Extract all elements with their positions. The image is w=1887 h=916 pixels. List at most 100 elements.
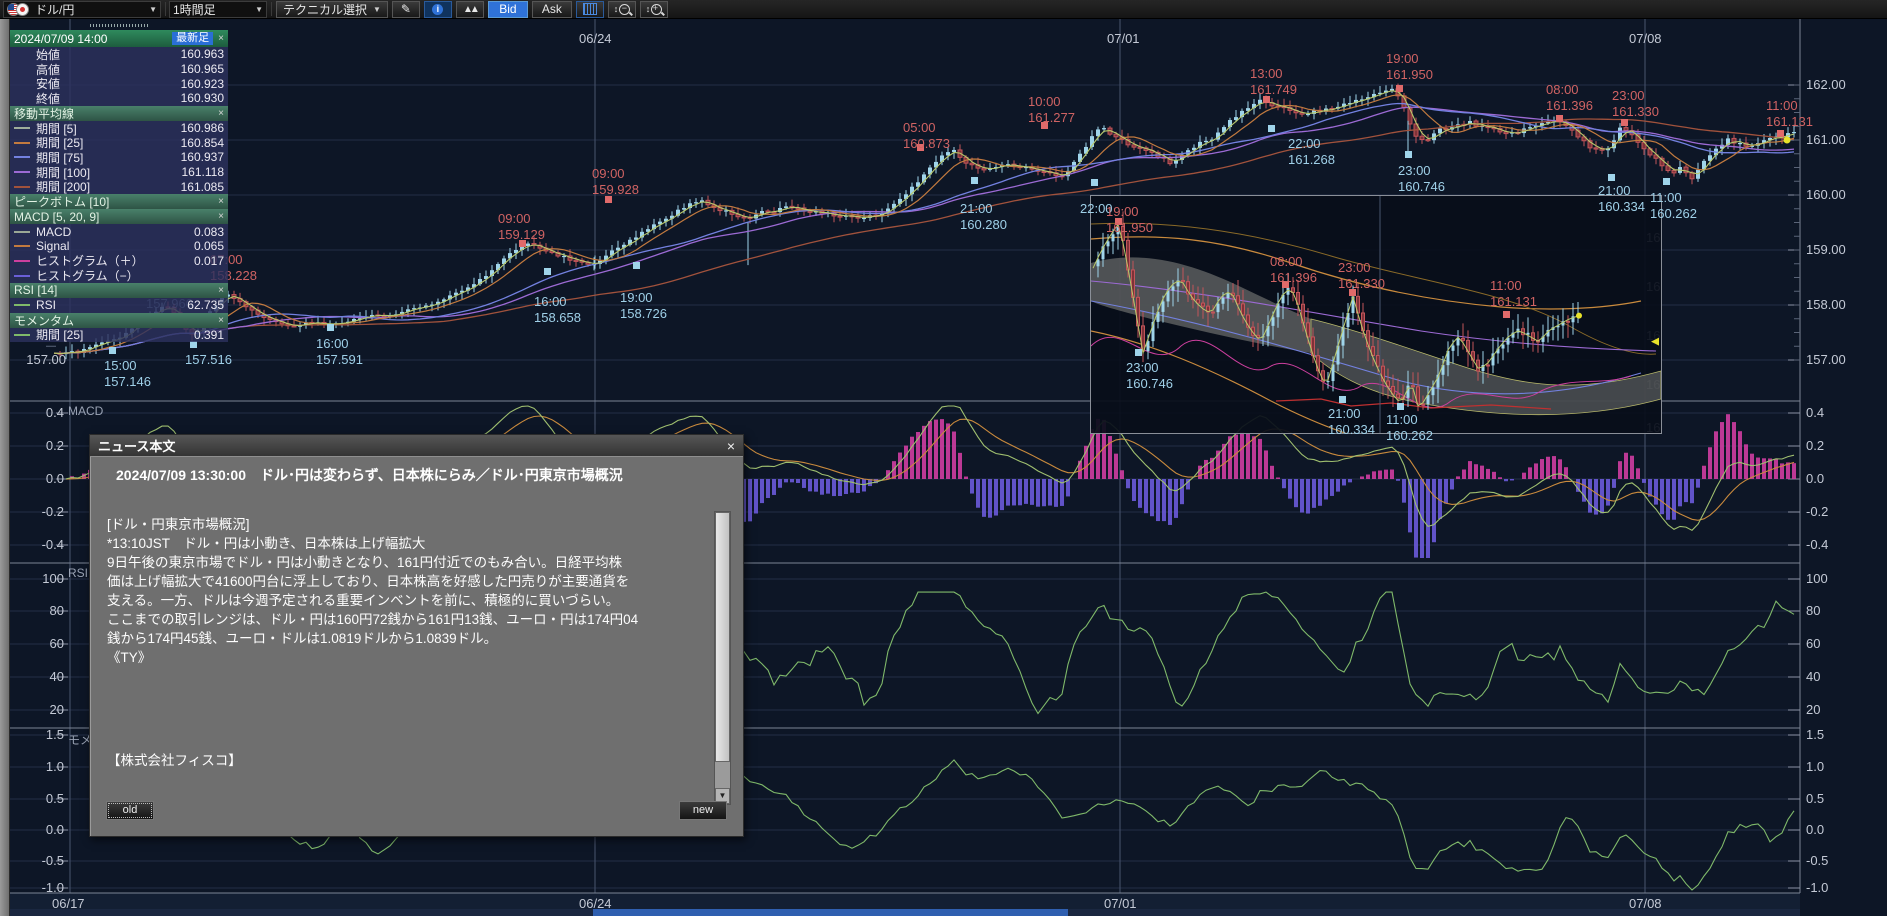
close-icon[interactable]: ×: [218, 315, 224, 326]
close-icon[interactable]: ×: [218, 285, 224, 296]
news-body-line: 価は上げ幅拡大で41600円台に浮上しており、日本株高を好感した円売りが主要通貨…: [107, 572, 702, 591]
price-annotation: 11:00161.131: [1766, 98, 1813, 130]
close-icon[interactable]: ×: [218, 33, 224, 44]
annotation-time: 05:00: [903, 120, 950, 136]
annotation-price: 161.330: [1338, 276, 1385, 292]
price-annotation: 11:00160.262: [1386, 412, 1433, 444]
news-body: [ドル・円東京市場概況]*13:10JST ドル・円は小動き、日本株は上げ幅拡大…: [107, 515, 702, 667]
price-annotation: 23:00160.746: [1398, 163, 1445, 195]
draw-tool-button[interactable]: ✎: [392, 1, 420, 18]
annotation-price: 159.928: [592, 182, 639, 198]
dialog-titlebar[interactable]: ニュース本文 ×: [90, 435, 743, 457]
toolbar: ドル/円 ▼ 1時間足 ▼ テクニカル選択 ▼ ✎ i ▲▲ Bid Ask ↕…: [0, 0, 1887, 19]
indicator-axis-label: 20: [1806, 702, 1820, 717]
zoom-in-button[interactable]: ↕+: [640, 1, 668, 18]
date-axis-label: 06/24: [579, 31, 612, 46]
indicator-axis-label: 80: [16, 603, 64, 618]
ask-toggle-button[interactable]: Ask: [532, 1, 572, 18]
zoom-out-button[interactable]: ↕−: [608, 1, 636, 18]
chevron-down-icon: ▼: [149, 5, 157, 14]
close-icon[interactable]: ×: [727, 438, 735, 454]
indicator-section-header: 移動平均線×: [10, 106, 228, 121]
scrollbar-thumb[interactable]: [715, 512, 730, 762]
indicator-value: 160.923: [181, 77, 224, 91]
price-annotation: 23:00161.330: [1612, 88, 1659, 120]
left-dock-handle[interactable]: [0, 18, 10, 916]
indicator-axis-label: -1.0: [1806, 880, 1828, 895]
volume-chart-button[interactable]: [576, 1, 604, 18]
indicator-section-header: RSI [14]×: [10, 283, 228, 298]
indicator-axis-label: 1.5: [1806, 727, 1824, 742]
indicator-axis-label: 60: [16, 636, 64, 651]
series-color-swatch: [14, 53, 30, 55]
indicator-section-header: モメンタム×: [10, 313, 228, 328]
annotation-time: 16:00: [316, 336, 363, 352]
price-annotation: 16:00157.591: [316, 336, 363, 368]
peak-marker: [1503, 311, 1510, 318]
series-color-swatch: [14, 186, 30, 188]
price-annotation: 15:00157.146: [104, 358, 151, 390]
currency-pair-select[interactable]: ドル/円 ▼: [3, 1, 161, 18]
annotation-time: 21:00: [960, 201, 1007, 217]
close-icon[interactable]: ×: [218, 211, 224, 222]
chart-style-button[interactable]: ▲▲: [456, 1, 484, 18]
price-annotation: 21:00160.334: [1328, 406, 1375, 438]
indicator-value: 62.735: [187, 298, 224, 312]
annotation-time: 23:00: [1398, 163, 1445, 179]
news-body-line: *13:10JST ドル・円は小動き、日本株は上げ幅拡大: [107, 534, 702, 553]
old-news-button[interactable]: old: [106, 801, 154, 820]
annotation-time: 09:00: [592, 166, 639, 182]
timeframe-select[interactable]: 1時間足 ▼: [169, 1, 267, 18]
date-axis-label: 07/01: [1104, 896, 1137, 911]
series-color-swatch: [14, 231, 30, 233]
bid-toggle-button[interactable]: Bid: [488, 1, 528, 18]
news-headline: 2024/07/09 13:30:00 ドル･円は変わらず、日本株にらみ／ドル･…: [116, 465, 623, 485]
technical-select-button[interactable]: テクニカル選択 ▼: [276, 1, 388, 18]
indicator-row: 期間 [200]161.085: [10, 180, 228, 195]
latest-bar-header: 2024/07/09 14:00 最新足 ×: [10, 30, 228, 47]
indicator-value: 160.986: [181, 121, 224, 135]
indicator-axis-label: 100: [16, 571, 64, 586]
indicator-row: RSI62.735: [10, 298, 228, 313]
price-axis-label: 157.00: [26, 352, 66, 367]
indicator-row: 期間 [5]160.986: [10, 121, 228, 136]
dialog-scrollbar[interactable]: ▼: [714, 511, 731, 805]
indicator-row: 始値160.963: [10, 47, 228, 62]
info-button[interactable]: i: [424, 1, 452, 18]
price-annotation: 23:00161.330: [1338, 260, 1385, 292]
indicator-axis-label: 1.0: [1806, 759, 1824, 774]
peak-marker: [1556, 115, 1563, 122]
indicator-axis-label: 1.5: [16, 727, 64, 742]
annotation-time: 11:00: [1650, 190, 1697, 206]
annotation-time: 23:00: [1126, 360, 1173, 376]
indicator-value: 160.965: [181, 62, 224, 76]
indicator-axis-label: 1.0: [16, 759, 64, 774]
price-axis-label: 162.00: [1806, 77, 1846, 92]
annotation-time: 11:00: [1490, 278, 1537, 294]
annotation-price: 161.950: [1386, 67, 1433, 83]
indicator-section-header: ピークボトム [10]×: [10, 194, 228, 209]
close-icon[interactable]: ×: [218, 196, 224, 207]
technical-select-label: テクニカル選択: [283, 1, 367, 18]
price-annotation: 13:00161.749: [1250, 66, 1297, 98]
annotation-time: 23:00: [1338, 260, 1385, 276]
indicator-axis-label: 40: [1806, 669, 1820, 684]
bottom-marker: [1339, 396, 1346, 403]
indicator-axis-label: 0.0: [1806, 822, 1824, 837]
bottom-marker: [971, 177, 978, 184]
annotation-price: 160.262: [1386, 428, 1433, 444]
price-axis-label: 160.00: [1806, 187, 1846, 202]
panel-drag-handle[interactable]: [90, 24, 150, 27]
zoom-inset-window[interactable]: [1090, 195, 1662, 434]
latest-bar-badge: 最新足: [172, 32, 213, 45]
annotation-price: 161.396: [1546, 98, 1593, 114]
price-annotation: 10:00161.277: [1028, 94, 1075, 126]
new-news-button[interactable]: new: [679, 801, 727, 820]
bottom-marker: [1405, 151, 1412, 158]
annotation-time: 11:00: [1386, 412, 1433, 428]
annotation-time: 08:00: [1546, 82, 1593, 98]
close-icon[interactable]: ×: [218, 108, 224, 119]
price-annotation: 09:00159.928: [592, 166, 639, 198]
date-axis-label: 07/01: [1107, 31, 1140, 46]
annotation-time: 19:00: [1106, 204, 1153, 220]
